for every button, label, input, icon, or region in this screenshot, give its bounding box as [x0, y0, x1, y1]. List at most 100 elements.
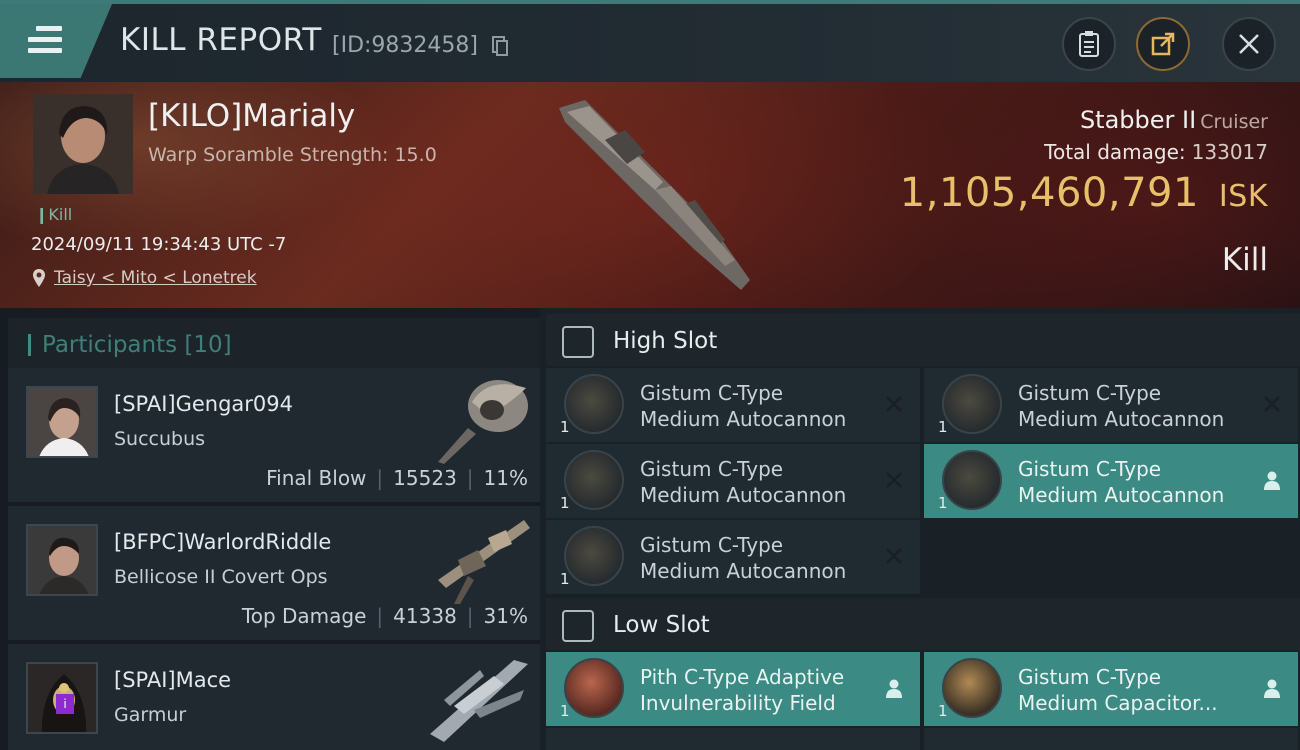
module-slot[interactable]: 1 Gistum C-Type Medium Autocannon [546, 444, 920, 518]
isk-amount: 1,105,460,791 [899, 170, 1199, 216]
module-slot[interactable] [546, 728, 920, 750]
module-name: Gistum C-Type Medium Autocannon [1018, 456, 1224, 508]
participants-panel: Participants [10] [SPAI]Gengar094 Succub… [0, 308, 540, 750]
kill-tag: ❙Kill [35, 205, 73, 224]
participant-percent: 11% [483, 466, 528, 490]
header-bar: KILL REPORT [ID:9832458] [0, 0, 1300, 82]
participant-stats: Final Blow | 15523 | 11% [266, 466, 528, 490]
stat-separator: | [376, 604, 384, 628]
autocannon-icon [942, 450, 1002, 510]
capacitor-module-icon [942, 658, 1002, 718]
share-icon [1151, 32, 1175, 56]
module-name: Gistum C-Type Medium Autocannon [640, 456, 846, 508]
module-quantity: 1 [560, 494, 570, 512]
module-name-line2: Medium Autocannon [1018, 407, 1225, 431]
module-slot[interactable]: 1 Gistum C-Type Medium Autocannon [924, 444, 1298, 518]
module-name: Pith C-Type Adaptive Invulnerability Fiel… [640, 664, 844, 716]
participant-role: Top Damage [241, 604, 367, 628]
low-slot-label: Low Slot [613, 612, 710, 638]
participant-ship: Bellicose II Covert Ops [114, 566, 328, 588]
destroyed-icon [1260, 392, 1284, 416]
location-pin-icon [33, 269, 45, 287]
autocannon-icon [564, 374, 624, 434]
ship-type: Stabber II Cruiser [1080, 106, 1268, 134]
module-slot[interactable]: 1 Gistum C-Type Medium Autocannon [924, 368, 1298, 442]
kill-result: Kill [1221, 242, 1268, 278]
clipboard-icon [1079, 31, 1099, 57]
module-name-line1: Gistum C-Type [1018, 457, 1162, 481]
warp-scramble-strength: Warp Soramble Strength: 15.0 [148, 144, 437, 166]
isk-value: 1,105,460,791 ISK [900, 170, 1268, 216]
dropped-person-icon [882, 676, 906, 700]
report-id: [ID:9832458] [332, 33, 478, 58]
participant-ship-image [430, 660, 528, 742]
share-button[interactable] [1136, 17, 1190, 71]
menu-button[interactable] [0, 4, 112, 78]
dropped-person-icon [1260, 468, 1284, 492]
module-name-line1: Gistum C-Type [640, 457, 784, 481]
participant-ship-image [438, 520, 530, 604]
location-link[interactable]: Taisy < Mito < Lonetrek [54, 268, 257, 288]
ship-name: Stabber II [1079, 106, 1197, 134]
module-slot[interactable] [924, 728, 1298, 750]
destroyed-icon [882, 544, 906, 568]
module-name-line1: Gistum C-Type [640, 381, 784, 405]
module-slot[interactable]: 1 Pith C-Type Adaptive Invulnerability Fi… [546, 652, 920, 726]
module-name: Gistum C-Type Medium Capacitor... [1018, 664, 1218, 716]
kill-timestamp: 2024/09/11 19:34:43 UTC -7 [31, 234, 287, 255]
corp-badge: i [56, 694, 74, 714]
close-icon [1239, 34, 1259, 54]
module-name-line2: Medium Autocannon [640, 559, 847, 583]
module-name-line2: Medium Autocannon [1018, 483, 1225, 507]
page-title: KILL REPORT [120, 22, 322, 58]
victim-banner: [KILO]Marialy Warp Soramble Strength: 15… [0, 82, 1300, 308]
participant-ship: Succubus [114, 428, 206, 450]
participants-label: Participants [42, 332, 178, 358]
clipboard-button[interactable] [1062, 17, 1116, 71]
stat-separator: | [376, 466, 384, 490]
low-slot-header: Low Slot [546, 598, 1300, 650]
kill-tag-label: Kill [48, 205, 73, 224]
participant-percent: 31% [483, 604, 528, 628]
low-slot-icon [562, 610, 594, 642]
high-slot-label: High Slot [613, 328, 718, 354]
participant-card[interactable]: i [SPAI]Mace Garmur [8, 644, 540, 750]
victim-name[interactable]: [KILO]Marialy [148, 98, 355, 134]
participants-header: Participants [10] [8, 318, 540, 372]
participant-portrait [26, 524, 98, 596]
copy-icon[interactable] [492, 36, 508, 56]
participant-card[interactable]: [BFPC]WarlordRiddle Bellicose II Covert … [8, 506, 540, 640]
total-damage: Total damage: 133017 [1044, 140, 1268, 164]
victim-ship-image[interactable] [545, 90, 765, 305]
participants-title: Participants [10] [42, 332, 232, 358]
header-accent-bar [28, 334, 31, 356]
participant-ship-image [438, 380, 528, 464]
module-name-line1: Gistum C-Type [640, 533, 784, 557]
participant-name[interactable]: [SPAI]Gengar094 [114, 392, 293, 416]
module-name: Gistum C-Type Medium Autocannon [1018, 380, 1224, 432]
isk-unit: ISK [1218, 179, 1268, 214]
participants-count: [10] [184, 332, 232, 358]
module-quantity: 1 [560, 702, 570, 720]
stat-separator: | [466, 604, 474, 628]
participant-name[interactable]: [SPAI]Mace [114, 668, 231, 692]
module-slot[interactable]: 1 Gistum C-Type Medium Autocannon [546, 368, 920, 442]
fitting-panel: High Slot 1 Gistum C-Type Medium Autocann… [540, 308, 1300, 750]
module-slot[interactable]: 1 Gistum C-Type Medium Autocannon [546, 520, 920, 594]
high-slot-header: High Slot [546, 314, 1300, 366]
ship-class: Cruiser [1200, 111, 1268, 133]
autocannon-icon [564, 450, 624, 510]
close-button[interactable] [1222, 17, 1276, 71]
module-slot[interactable]: 1 Gistum C-Type Medium Capacitor... [924, 652, 1298, 726]
total-damage-label: Total damage: [1044, 140, 1186, 164]
module-quantity: 1 [938, 418, 948, 436]
victim-portrait[interactable] [33, 94, 133, 194]
module-quantity: 1 [560, 570, 570, 588]
module-quantity: 1 [938, 494, 948, 512]
module-name-line2: Medium Autocannon [640, 483, 847, 507]
destroyed-icon [882, 392, 906, 416]
module-name-line2: Medium Capacitor... [1018, 691, 1218, 715]
participant-ship: Garmur [114, 704, 187, 726]
participant-card[interactable]: [SPAI]Gengar094 Succubus Final Blow | 155… [8, 368, 540, 502]
participant-name[interactable]: [BFPC]WarlordRiddle [114, 530, 331, 554]
